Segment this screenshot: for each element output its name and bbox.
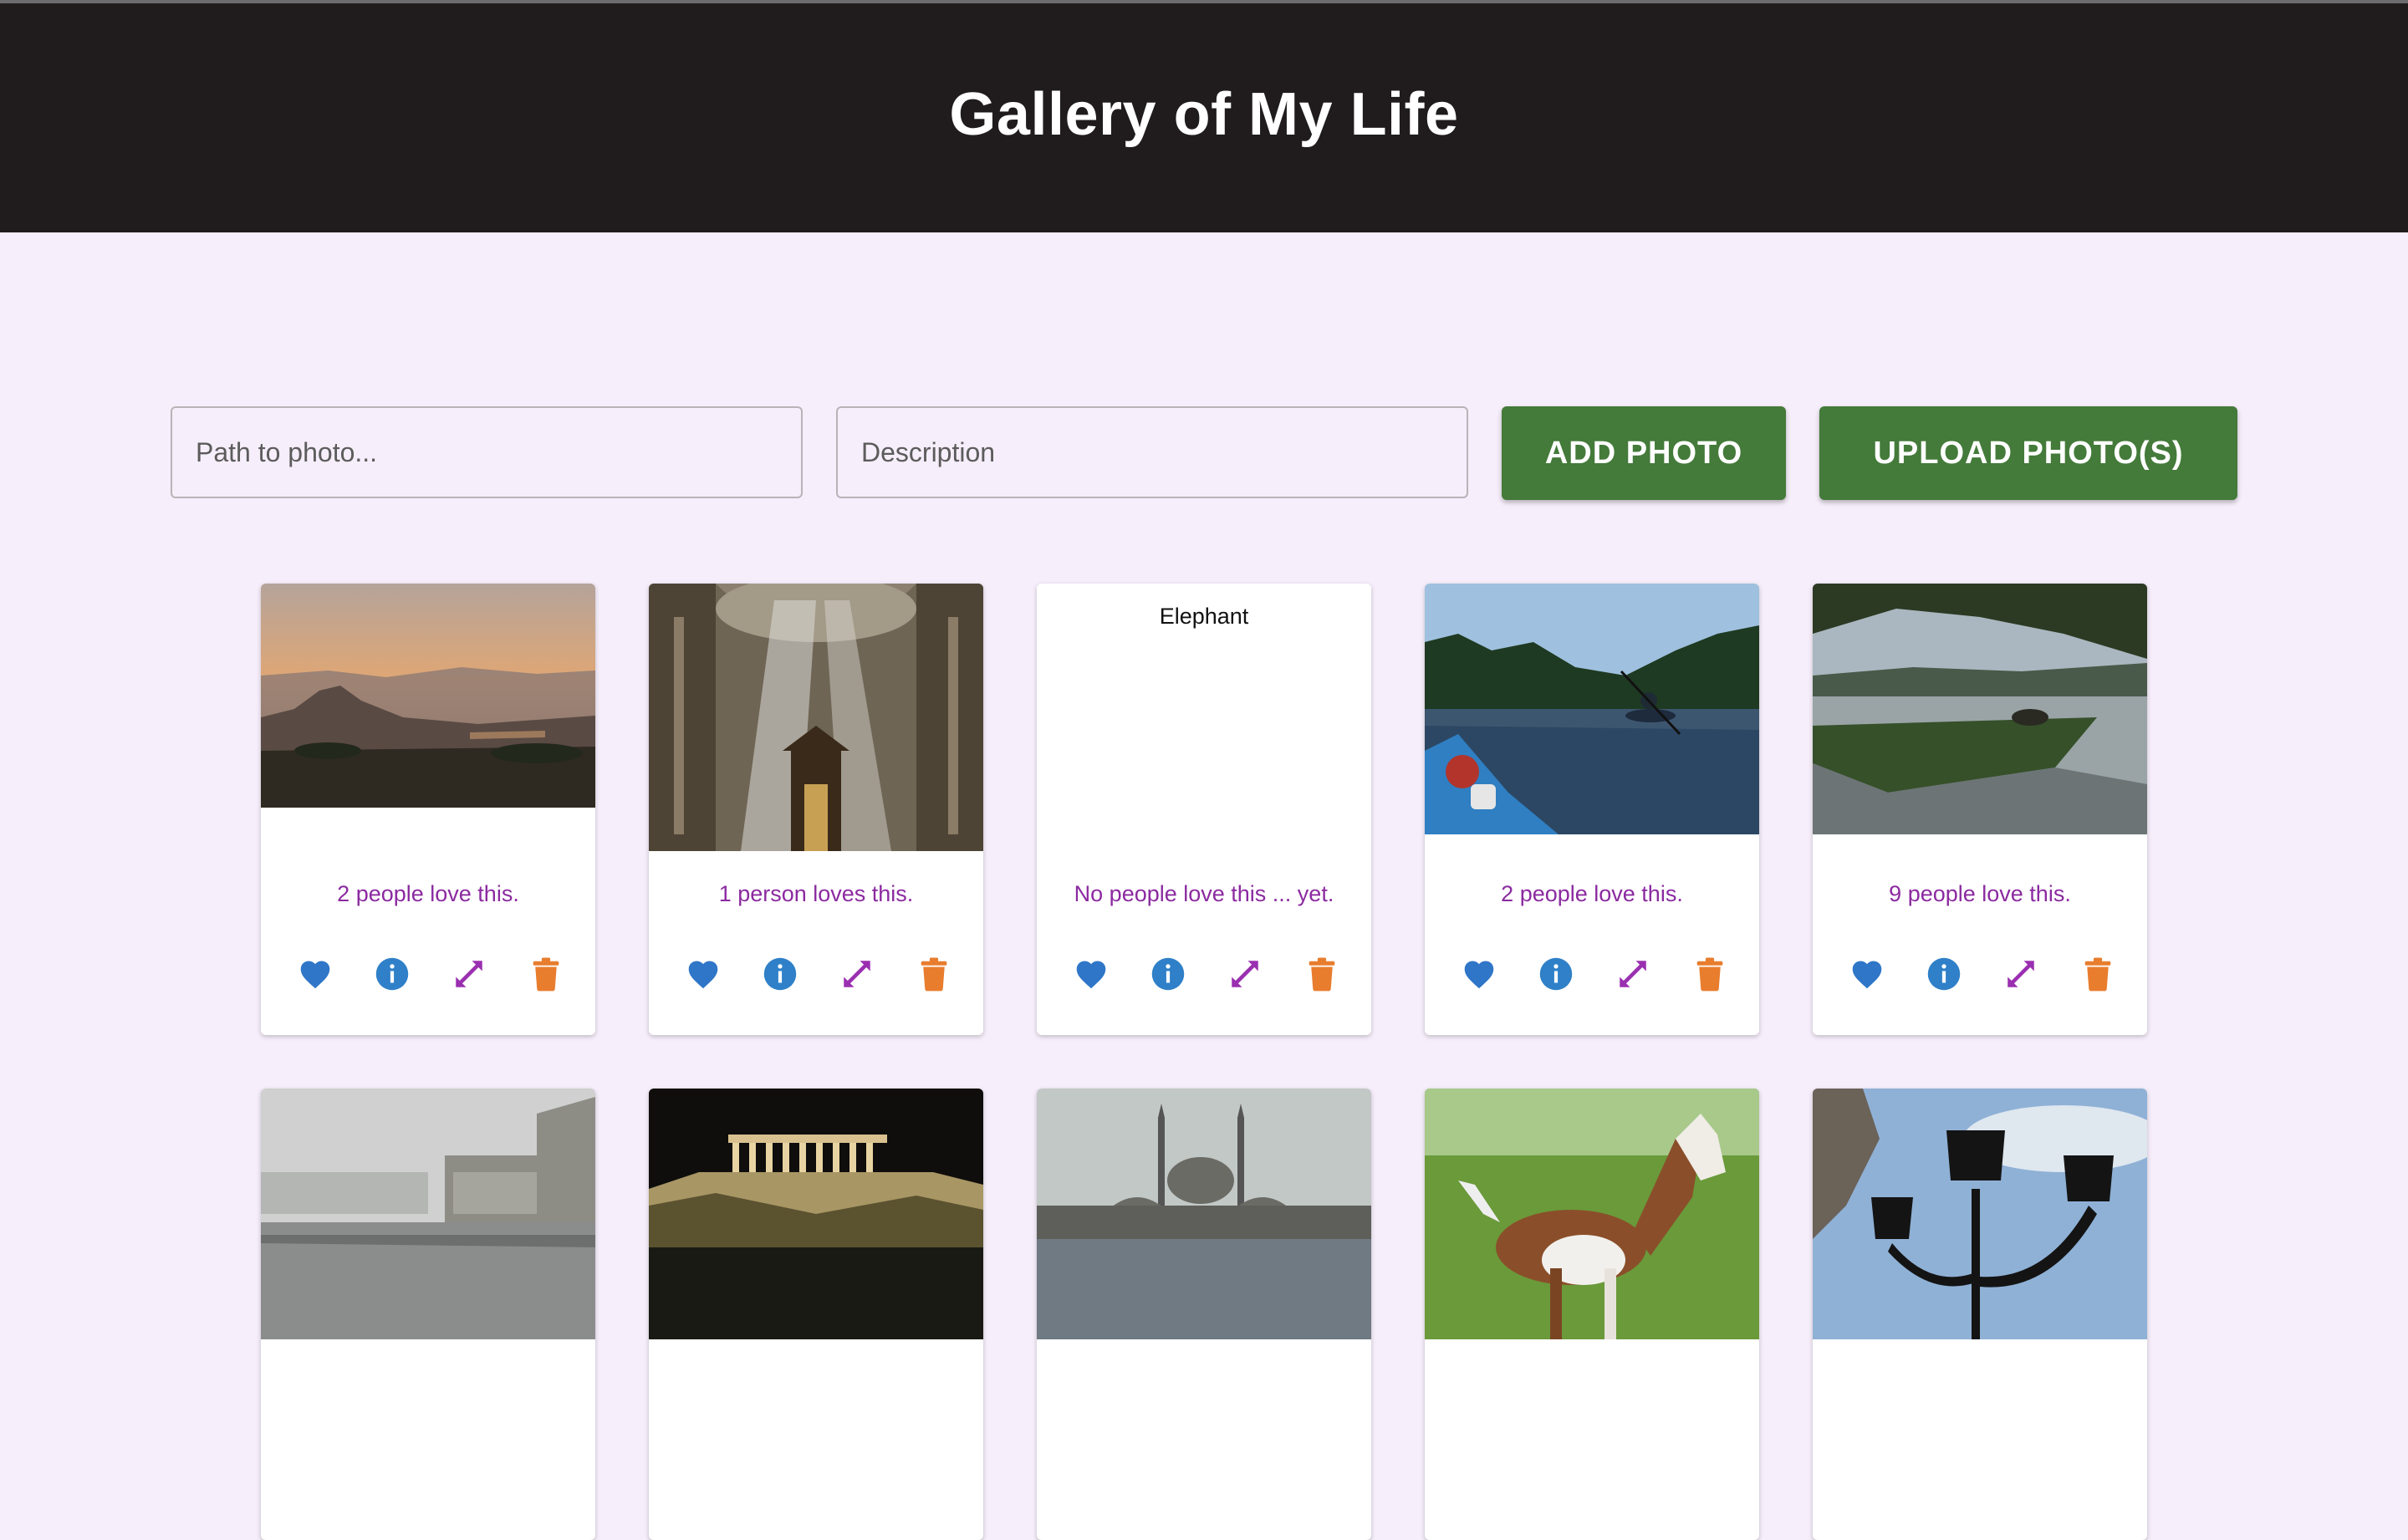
- photo-thumbnail[interactable]: [1425, 1089, 1759, 1339]
- desert-sunset-image: [261, 584, 595, 808]
- street-lamp-image: [1813, 1089, 2147, 1339]
- trash-icon[interactable]: [2077, 953, 2119, 995]
- info-icon[interactable]: [371, 953, 413, 995]
- photo-card: 2 people love this.: [261, 584, 595, 1035]
- heart-icon[interactable]: [682, 953, 724, 995]
- mosque-skyline-image: [1037, 1089, 1371, 1339]
- photo-card: [1037, 1089, 1371, 1540]
- photo-card: 2 people love this.: [1425, 584, 1759, 1035]
- app-header: Gallery of My Life: [0, 3, 2408, 232]
- love-count: 9 people love this.: [1889, 881, 2071, 906]
- expand-icon[interactable]: [836, 953, 878, 995]
- trash-icon[interactable]: [525, 953, 567, 995]
- heart-icon[interactable]: [294, 953, 336, 995]
- photo-thumbnail[interactable]: [649, 1089, 983, 1339]
- foggy-river-image: [261, 1089, 595, 1339]
- love-count: 2 people love this.: [1501, 881, 1683, 906]
- love-count: 2 people love this.: [337, 881, 519, 906]
- page-title: Gallery of My Life: [949, 81, 1459, 148]
- card-actions: [649, 953, 983, 1003]
- basilica-interior-image: [649, 584, 983, 851]
- photo-card: Elephant No people love this ... yet.: [1037, 584, 1371, 1035]
- trash-icon[interactable]: [1301, 953, 1343, 995]
- goat-image: [1425, 1089, 1759, 1339]
- kayak-lake-image: [1425, 584, 1759, 834]
- photo-alt-text: Elephant: [1159, 604, 1249, 629]
- card-actions: [1813, 953, 2147, 1003]
- photo-path-input[interactable]: [171, 406, 803, 498]
- photo-card: [1813, 1089, 2147, 1540]
- photo-card: [1425, 1089, 1759, 1540]
- photo-thumbnail[interactable]: [1813, 584, 2147, 834]
- expand-icon[interactable]: [2000, 953, 2042, 995]
- heart-icon[interactable]: [1846, 953, 1888, 995]
- photo-thumbnail[interactable]: [261, 584, 595, 808]
- card-actions: [1037, 953, 1371, 1003]
- expand-icon[interactable]: [448, 953, 490, 995]
- photo-thumbnail[interactable]: [261, 1089, 595, 1339]
- photo-thumbnail[interactable]: [649, 584, 983, 851]
- info-icon[interactable]: [1535, 953, 1577, 995]
- expand-icon[interactable]: [1612, 953, 1654, 995]
- upload-photos-button[interactable]: UPLOAD PHOTO(S): [1819, 406, 2237, 500]
- add-photo-button[interactable]: ADD PHOTO: [1502, 406, 1786, 500]
- photo-thumbnail[interactable]: [1813, 1089, 2147, 1339]
- love-count: No people love this ... yet.: [1074, 881, 1334, 906]
- photo-card: [649, 1089, 983, 1540]
- photo-card: [261, 1089, 595, 1540]
- heart-icon[interactable]: [1070, 953, 1112, 995]
- photo-card: 1 person loves this.: [649, 584, 983, 1035]
- heart-icon[interactable]: [1458, 953, 1500, 995]
- expand-icon[interactable]: [1224, 953, 1266, 995]
- info-icon[interactable]: [759, 953, 801, 995]
- info-icon[interactable]: [1147, 953, 1189, 995]
- photo-thumbnail[interactable]: [1037, 1089, 1371, 1339]
- acropolis-night-image: [649, 1089, 983, 1339]
- trash-icon[interactable]: [913, 953, 955, 995]
- description-input[interactable]: [836, 406, 1468, 498]
- photo-card: 9 people love this.: [1813, 584, 2147, 1035]
- trash-icon[interactable]: [1689, 953, 1731, 995]
- lake-hammock-image: [1813, 584, 2147, 834]
- card-actions: [1425, 953, 1759, 1003]
- card-actions: [261, 953, 595, 1003]
- info-icon[interactable]: [1923, 953, 1965, 995]
- photo-thumbnail[interactable]: [1425, 584, 1759, 834]
- love-count: 1 person loves this.: [718, 881, 914, 906]
